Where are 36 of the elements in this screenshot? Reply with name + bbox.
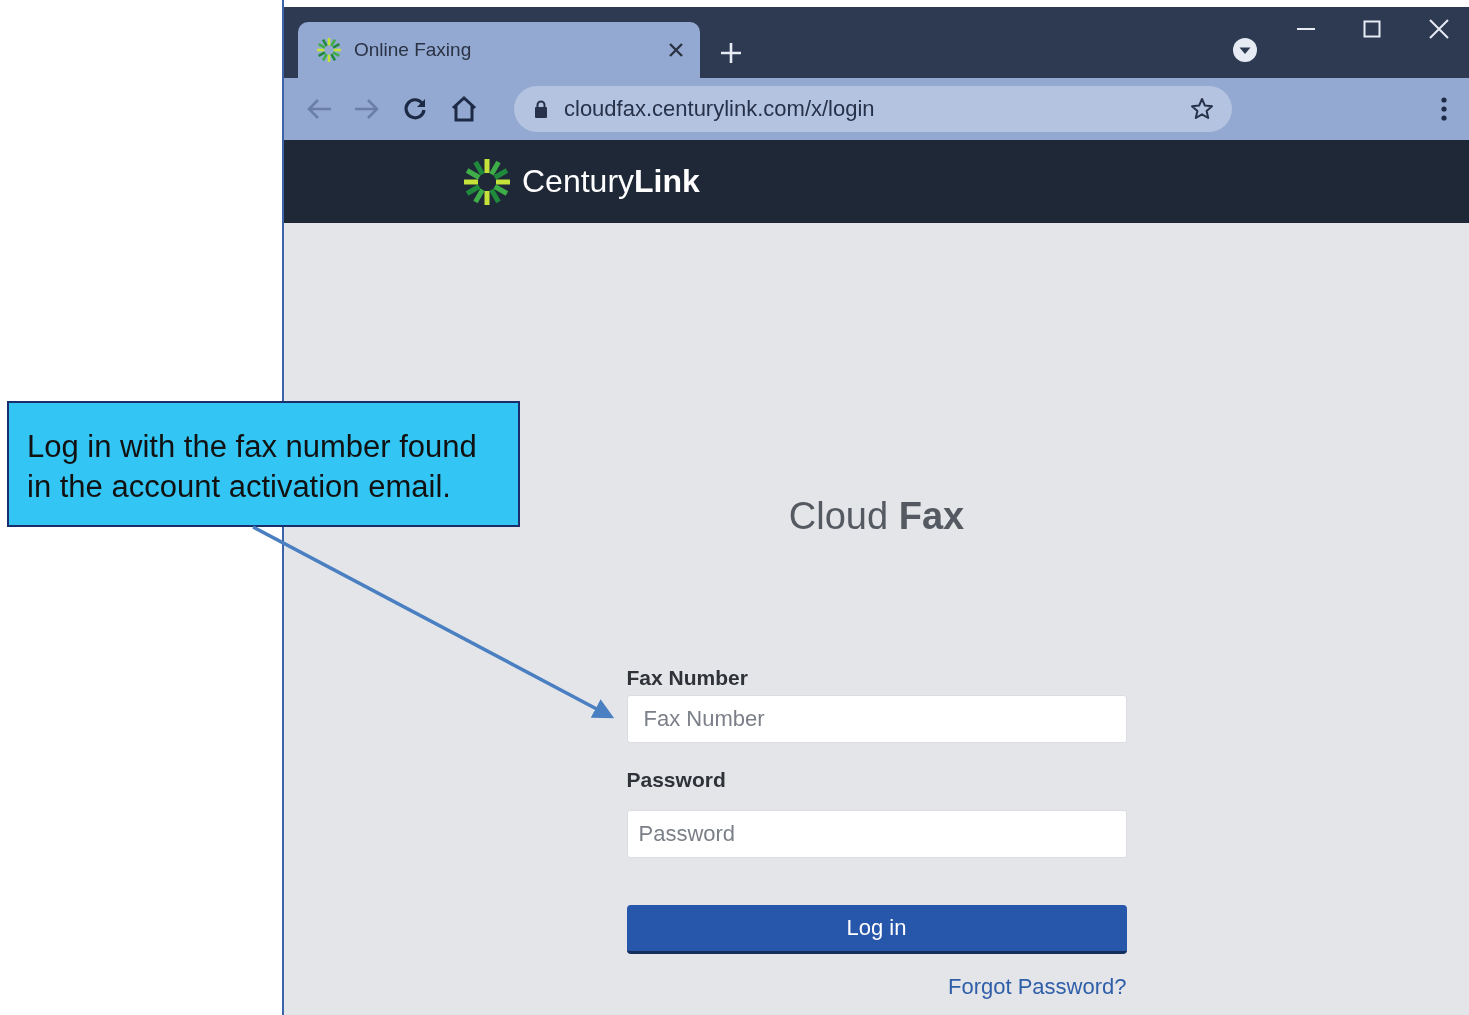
field-label: Fax Number bbox=[626, 666, 749, 690]
maximize-button[interactable] bbox=[1363, 19, 1381, 39]
reload-button[interactable] bbox=[402, 96, 428, 122]
reload-icon bbox=[402, 96, 428, 122]
minimize-icon bbox=[1297, 28, 1315, 30]
forgot-password-link[interactable]: Forgot Password? bbox=[947, 974, 1127, 1000]
menu-icon bbox=[1441, 97, 1447, 121]
close-icon bbox=[668, 42, 684, 58]
new-tab-button[interactable] bbox=[720, 42, 742, 64]
field-label: Password bbox=[626, 768, 727, 792]
tab-title: Online Faxing bbox=[354, 39, 473, 61]
star-icon[interactable] bbox=[1190, 97, 1214, 121]
url-text: cloudfax.centurylink.com/x/login bbox=[564, 96, 876, 122]
dropdown-icon bbox=[1233, 38, 1257, 62]
page-title: Cloud Fax bbox=[788, 494, 965, 539]
password-field[interactable]: Password bbox=[626, 810, 1127, 858]
input-field[interactable]: Fax Number bbox=[626, 695, 1127, 743]
menu-button[interactable] bbox=[1441, 97, 1447, 121]
close-window-button[interactable] bbox=[1429, 19, 1449, 39]
callout-box: Log in with the fax number found in the account activation email. bbox=[7, 401, 520, 527]
sunburst-logo-icon bbox=[462, 156, 512, 207]
profile-button[interactable] bbox=[1233, 38, 1257, 62]
home-button[interactable] bbox=[450, 95, 478, 123]
home-icon bbox=[450, 95, 478, 123]
close-tab-button[interactable] bbox=[668, 42, 684, 58]
logo-text: CenturyLink bbox=[522, 163, 700, 200]
forward-arrow-icon bbox=[354, 98, 380, 120]
close-icon bbox=[1429, 19, 1449, 39]
lock-icon bbox=[534, 100, 548, 118]
login-button[interactable]: Log in bbox=[626, 905, 1127, 954]
plus-icon bbox=[720, 42, 742, 64]
address-bar[interactable]: cloudfax.centurylink.com/x/login bbox=[514, 86, 1232, 132]
sunburst-icon bbox=[316, 37, 342, 63]
maximize-icon bbox=[1363, 20, 1381, 38]
back-arrow-icon bbox=[306, 98, 332, 120]
browser-tab[interactable]: Online Faxing bbox=[298, 22, 700, 78]
